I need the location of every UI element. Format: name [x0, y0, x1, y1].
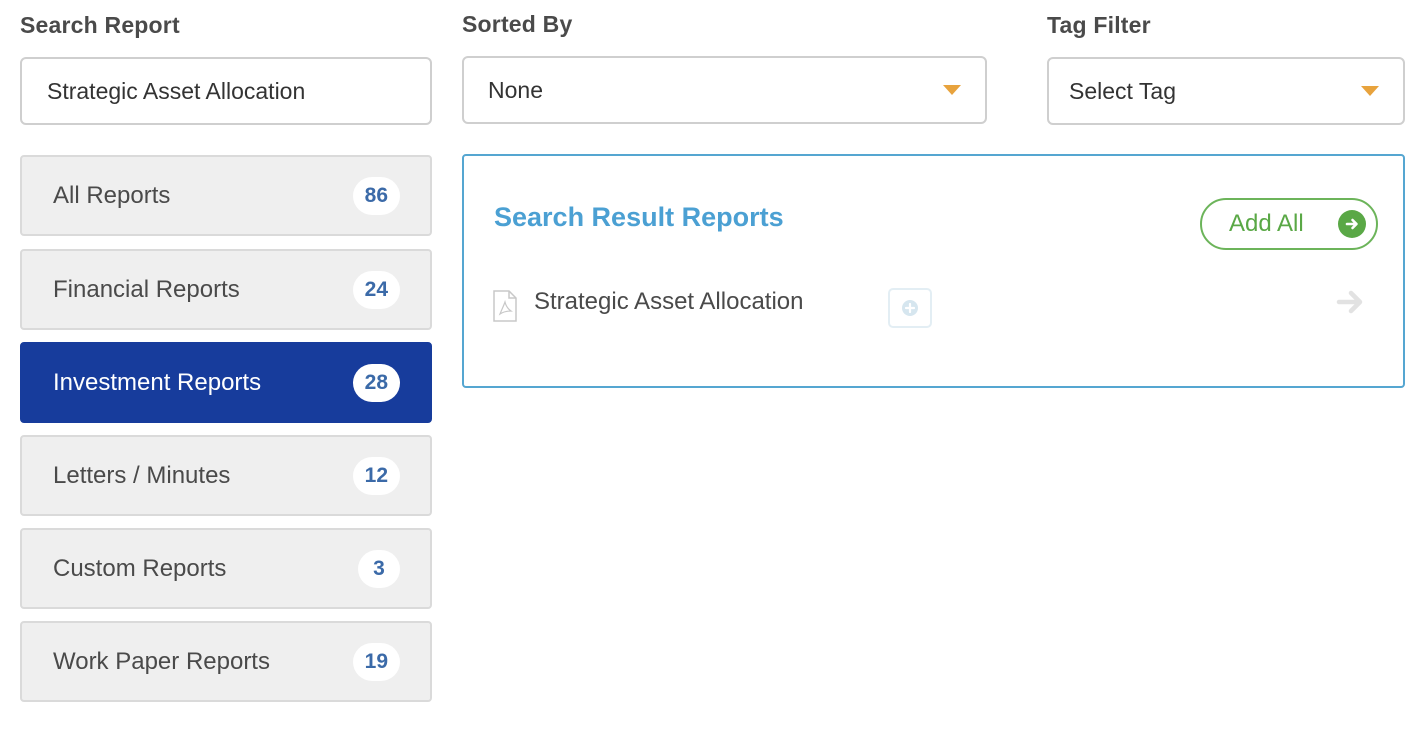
add-all-button[interactable]: Add All — [1200, 198, 1378, 250]
chevron-down-icon — [1361, 86, 1379, 96]
count-badge: 28 — [352, 363, 400, 402]
category-label: Custom Reports — [53, 554, 227, 582]
result-item: Strategic Asset Allocation — [492, 286, 1372, 330]
category-label: Investment Reports — [53, 368, 262, 396]
pdf-file-icon — [492, 290, 518, 327]
search-results-panel: Search Result Reports Add All Strategic … — [462, 154, 1405, 388]
tag-filter-label: Tag Filter — [1047, 12, 1151, 38]
count-badge: 19 — [352, 642, 400, 681]
count-badge: 86 — [352, 176, 400, 215]
category-letters-minutes[interactable]: Letters / Minutes 12 — [20, 435, 432, 516]
count-badge: 24 — [352, 270, 400, 309]
category-financial-reports[interactable]: Financial Reports 24 — [20, 249, 432, 330]
result-item-name[interactable]: Strategic Asset Allocation — [534, 288, 803, 316]
category-all-reports[interactable]: All Reports 86 — [20, 155, 432, 236]
add-report-button[interactable] — [888, 288, 932, 328]
add-all-label: Add All — [1229, 210, 1304, 237]
category-investment-reports[interactable]: Investment Reports 28 — [20, 342, 432, 423]
category-label: All Reports — [53, 181, 171, 209]
plus-circle-icon — [902, 300, 918, 316]
search-input-value: Strategic Asset Allocation — [47, 77, 306, 104]
category-label: Work Paper Reports — [53, 647, 270, 675]
category-label: Financial Reports — [53, 275, 240, 303]
count-badge: 3 — [358, 549, 400, 588]
category-label: Letters / Minutes — [53, 461, 231, 489]
sorted-by-label: Sorted By — [462, 11, 573, 37]
category-custom-reports[interactable]: Custom Reports 3 — [20, 528, 432, 609]
arrow-right-icon[interactable] — [1336, 288, 1366, 321]
tag-filter-value: Select Tag — [1069, 77, 1176, 104]
sort-select-value: None — [488, 76, 543, 103]
chevron-down-icon — [943, 85, 961, 95]
category-work-paper-reports[interactable]: Work Paper Reports 19 — [20, 621, 432, 702]
tag-filter-select[interactable]: Select Tag — [1047, 57, 1405, 125]
arrow-right-circle-icon — [1338, 210, 1366, 238]
results-title: Search Result Reports — [494, 202, 784, 232]
search-report-label: Search Report — [20, 12, 180, 38]
sort-select[interactable]: None — [462, 56, 987, 124]
search-input[interactable]: Strategic Asset Allocation — [20, 57, 432, 125]
count-badge: 12 — [352, 456, 400, 495]
